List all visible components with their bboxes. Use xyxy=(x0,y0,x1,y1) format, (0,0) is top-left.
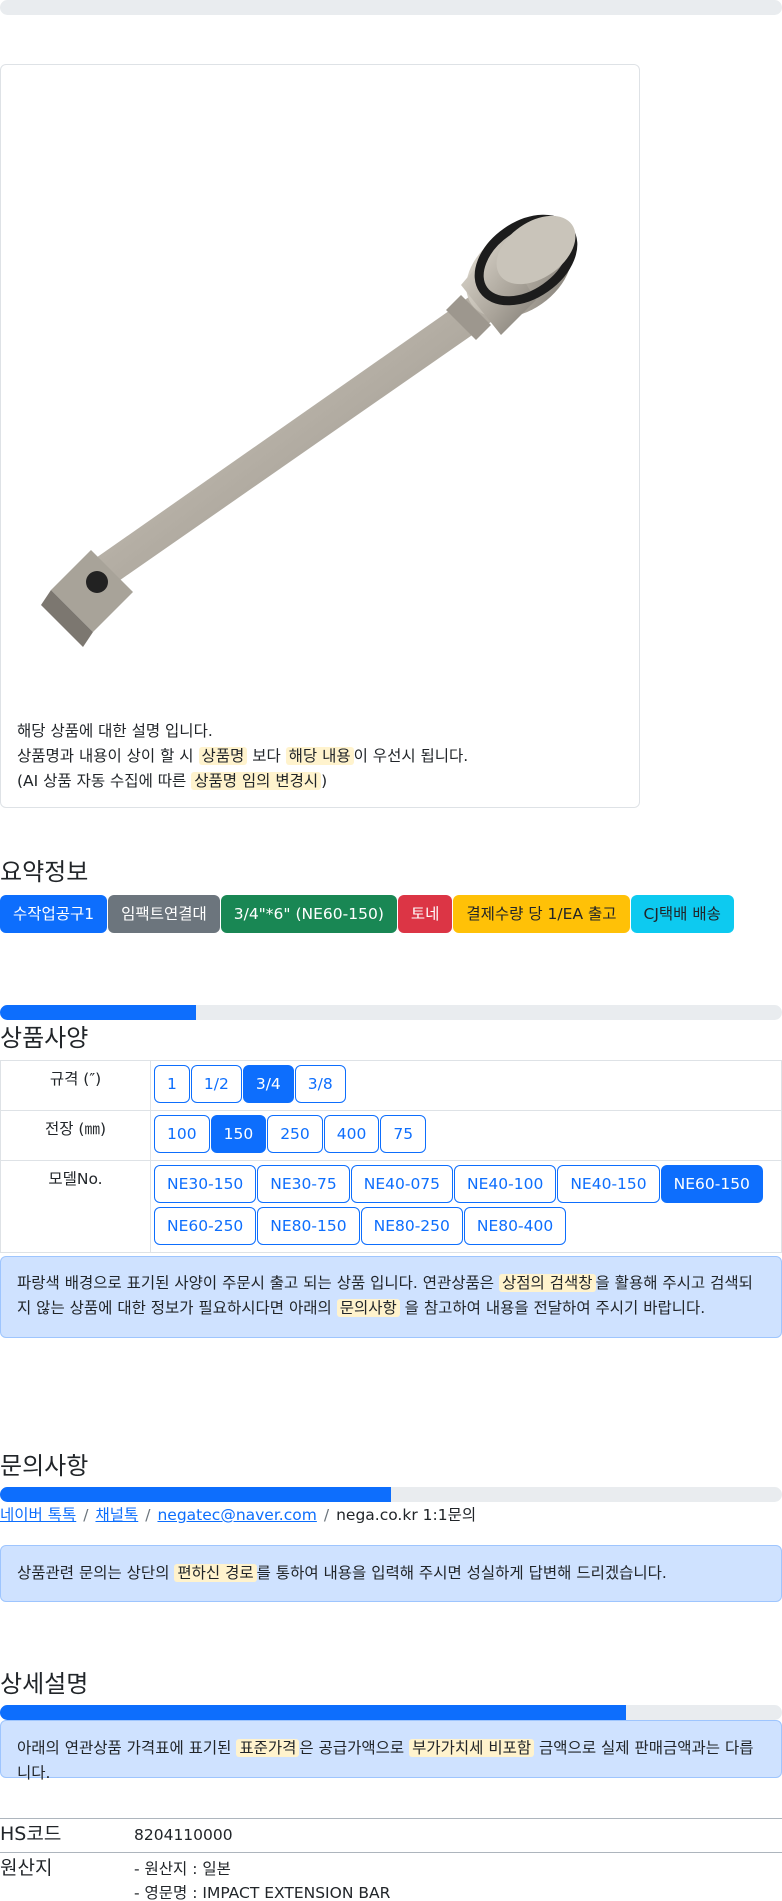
option-length-75[interactable]: 75 xyxy=(380,1115,427,1153)
note-text: ) xyxy=(321,772,328,790)
notice-text: 은 공급가액으로 xyxy=(299,1739,410,1757)
inquiry-progress-bar xyxy=(0,1487,782,1502)
spec-notice: 파랑색 배경으로 표기된 사양이 주문시 출고 되는 상품 입니다. 연관상품은… xyxy=(0,1256,782,1338)
option-model-ne60-250[interactable]: NE60-250 xyxy=(154,1207,257,1245)
highlight-standard-price: 표준가격 xyxy=(236,1739,300,1757)
product-notes: 해당 상품에 대한 설명 입니다. 상품명과 내용이 상이 할 시 상품명 보다… xyxy=(17,719,468,794)
link-naver-talk[interactable]: 네이버 톡톡 xyxy=(0,1506,76,1524)
note-line-2: 상품명과 내용이 상이 할 시 상품명 보다 해당 내용 이 우선시 됩니다. xyxy=(17,744,468,769)
link-channel-talk[interactable]: 채널톡 xyxy=(95,1506,138,1524)
notice-text: 아래의 연관상품 가격표에 표기된 xyxy=(17,1739,237,1757)
highlight-name-change: 상품명 임의 변경시 xyxy=(191,772,322,790)
option-model-ne80-400[interactable]: NE80-400 xyxy=(463,1207,567,1245)
detail-title: 상세설명 xyxy=(0,1670,89,1698)
inquiry-progress-fill xyxy=(0,1487,391,1502)
site-inquiry-text: nega.co.kr 1:1문의 xyxy=(336,1506,477,1524)
spec-title: 상품사양 xyxy=(0,1024,89,1052)
option-size-1[interactable]: 1 xyxy=(154,1065,190,1103)
option-size-3-4[interactable]: 3/4 xyxy=(242,1065,294,1103)
option-model-ne80-250[interactable]: NE80-250 xyxy=(360,1207,463,1245)
spec-row-size: 규격 (″) 1 1/2 3/4 3/8 xyxy=(0,1060,782,1111)
summary-badges: 수작업공구1 임팩트연결대 3/4"*6" (NE60-150) 토네 결제수량… xyxy=(0,895,734,933)
hs-code-label: HS코드 xyxy=(0,1823,62,1845)
highlight-vat-excluded: 부가가치세 비포함 xyxy=(409,1739,535,1757)
note-text: (AI 상품 자동 수집에 따른 xyxy=(17,772,192,790)
highlight-content: 해당 내용 xyxy=(285,747,354,765)
option-length-400[interactable]: 400 xyxy=(323,1115,380,1153)
badge-delivery: CJ택배 배송 xyxy=(630,895,734,933)
badge-spec: 3/4"*6" (NE60-150) xyxy=(220,895,397,933)
option-length-150[interactable]: 150 xyxy=(210,1115,267,1153)
origin-row: 원산지 - 원산지 : 일본 - 영문명 : IMPACT EXTENSION … xyxy=(0,1852,782,1901)
origin-english-name: - 영문명 : IMPACT EXTENSION BAR xyxy=(134,1884,391,1901)
origin-label: 원산지 xyxy=(0,1857,53,1879)
note-text: 상품명과 내용이 상이 할 시 xyxy=(17,747,199,765)
origin-country: - 원산지 : 일본 xyxy=(134,1860,231,1878)
option-model-ne30-75[interactable]: NE30-75 xyxy=(257,1165,350,1203)
inquiry-title: 문의사항 xyxy=(0,1452,89,1480)
option-model-ne30-150[interactable]: NE30-150 xyxy=(154,1165,257,1203)
spec-options-length: 100 150 250 400 75 xyxy=(150,1110,782,1161)
spec-options-model: NE30-150 NE30-75 NE40-075 NE40-100 NE40-… xyxy=(150,1160,782,1253)
spec-row-model: 모델No. NE30-150 NE30-75 NE40-075 NE40-100… xyxy=(0,1160,782,1253)
spec-options-size: 1 1/2 3/4 3/8 xyxy=(150,1060,782,1111)
option-length-100[interactable]: 100 xyxy=(154,1115,210,1153)
inquiry-links: 네이버 톡톡 / 채널톡 / negatec@naver.com / nega.co.kr … xyxy=(0,1503,476,1525)
separator: / xyxy=(83,1506,89,1524)
detail-progress-bar xyxy=(0,1705,782,1720)
notice-text: 파랑색 배경으로 표기된 사양이 주문시 출고 되는 상품 입니다. 연관상품은 xyxy=(17,1274,499,1292)
option-model-ne60-150[interactable]: NE60-150 xyxy=(660,1165,763,1203)
spec-label-model: 모델No. xyxy=(0,1160,151,1253)
option-model-ne80-150[interactable]: NE80-150 xyxy=(257,1207,360,1245)
badge-brand: 토네 xyxy=(397,895,453,933)
badge-quantity: 결제수량 당 1/EA 출고 xyxy=(453,895,630,933)
detail-notice: 아래의 연관상품 가격표에 표기된 표준가격 은 공급가액으로 부가가치세 비포함… xyxy=(0,1720,782,1782)
note-line-1: 해당 상품에 대한 설명 입니다. xyxy=(17,722,213,740)
note-line-3: (AI 상품 자동 수집에 따른 상품명 임의 변경시) xyxy=(17,769,468,794)
top-progress-bar xyxy=(0,0,782,15)
highlight-inquiry: 문의사항 xyxy=(336,1299,400,1317)
notice-text: 상품관련 문의는 상단의 xyxy=(17,1564,175,1582)
detail-progress-fill xyxy=(0,1705,626,1720)
spec-row-length: 전장 (㎜) 100 150 250 400 75 xyxy=(0,1110,782,1161)
inquiry-notice: 상품관련 문의는 상단의 편하신 경로 를 통하여 내용을 입력해 주시면 성실하… xyxy=(0,1545,782,1602)
spec-table: 규격 (″) 1 1/2 3/4 3/8 전장 (㎜) 100 150 250 … xyxy=(0,1060,782,1253)
notice-text: 을 참고하여 내용을 전달하여 주시기 바랍니다. xyxy=(399,1299,706,1317)
option-model-ne40-150[interactable]: NE40-150 xyxy=(557,1165,660,1203)
badge-category: 수작업공구1 xyxy=(0,895,108,933)
separator: / xyxy=(145,1506,151,1524)
note-text: 보다 xyxy=(247,747,286,765)
spec-label-length: 전장 (㎜) xyxy=(0,1110,151,1161)
product-image-card: 해당 상품에 대한 설명 입니다. 상품명과 내용이 상이 할 시 상품명 보다… xyxy=(0,64,640,808)
hs-code-row: HS코드 8204110000 xyxy=(0,1818,782,1852)
highlight-route: 편하신 경로 xyxy=(174,1564,257,1582)
option-model-ne40-100[interactable]: NE40-100 xyxy=(454,1165,557,1203)
link-email[interactable]: negatec@naver.com xyxy=(157,1506,316,1524)
spec-label-size: 규격 (″) xyxy=(0,1060,151,1111)
hs-code-value: 8204110000 xyxy=(134,1826,233,1844)
highlight-product-name: 상품명 xyxy=(198,747,248,765)
notice-text: 를 통하여 내용을 입력해 주시면 성실하게 답변해 드리겠습니다. xyxy=(256,1564,667,1582)
option-size-1-2[interactable]: 1/2 xyxy=(190,1065,242,1103)
origin-values: - 원산지 : 일본 - 영문명 : IMPACT EXTENSION BAR xyxy=(134,1857,390,1901)
option-size-3-8[interactable]: 3/8 xyxy=(294,1065,346,1103)
note-text: 이 우선시 됩니다. xyxy=(353,747,469,765)
badge-subcategory: 임팩트연결대 xyxy=(108,895,220,933)
product-image-extension-bar xyxy=(41,214,578,647)
separator: / xyxy=(323,1506,330,1524)
highlight-search: 상점의 검색창 xyxy=(499,1274,596,1292)
spec-progress-bar xyxy=(0,1005,782,1020)
option-model-ne40-075[interactable]: NE40-075 xyxy=(350,1165,454,1203)
option-length-250[interactable]: 250 xyxy=(267,1115,323,1153)
summary-title: 요약정보 xyxy=(0,858,89,886)
